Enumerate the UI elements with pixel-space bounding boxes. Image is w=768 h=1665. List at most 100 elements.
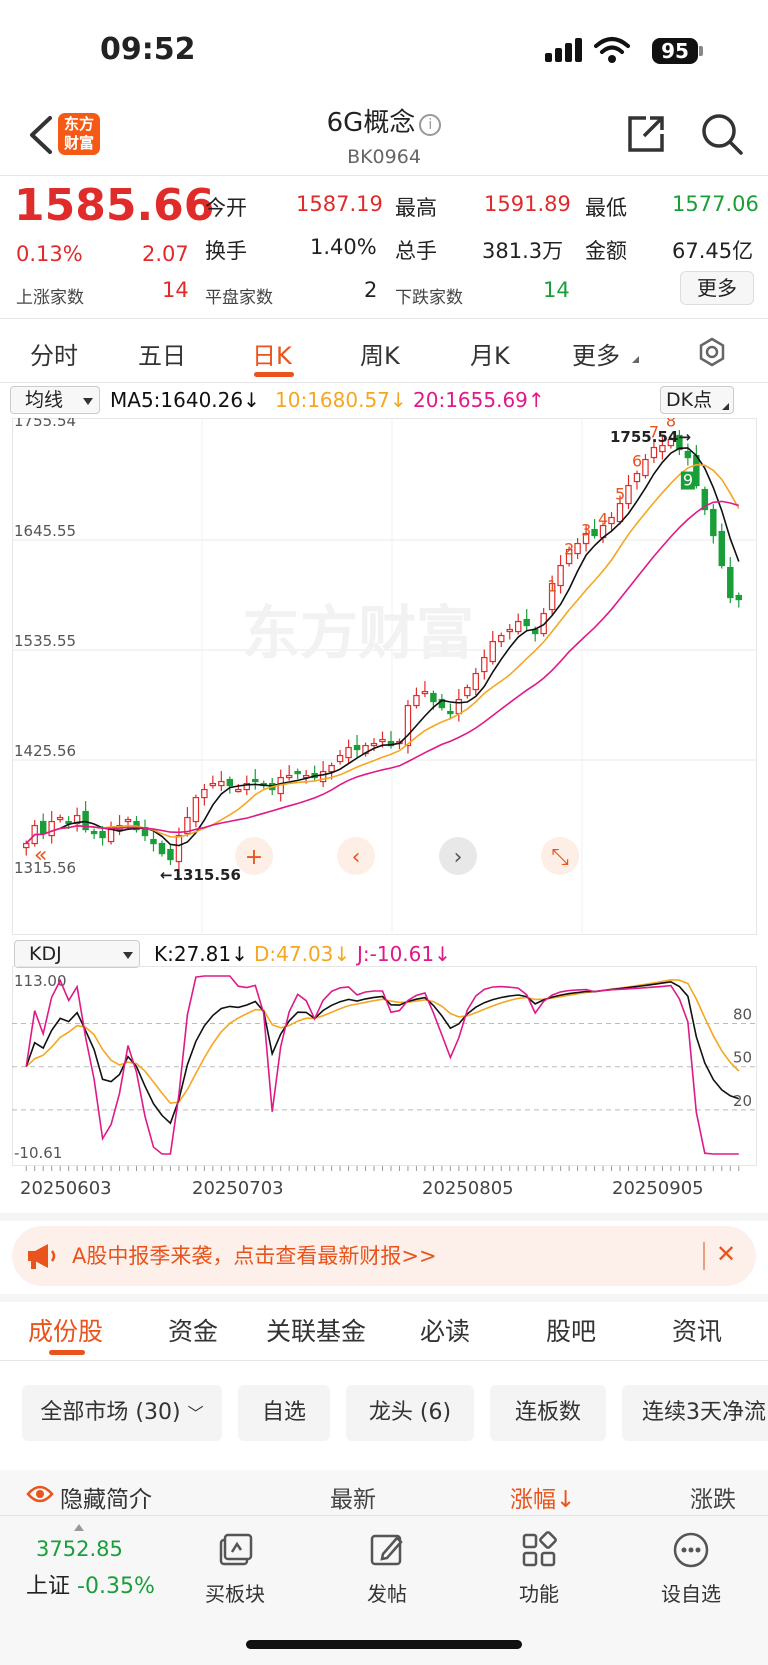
- more-button[interactable]: 更多: [680, 271, 754, 305]
- kdj-chart[interactable]: 80 50 20 113.00 -10.61: [12, 966, 757, 1166]
- post-label: 发帖: [367, 1582, 407, 1606]
- eye-icon[interactable]: [26, 1484, 54, 1504]
- ma5-value: MA5:1640.26↓: [110, 388, 260, 412]
- filter-leaders[interactable]: 龙头 (6): [346, 1385, 474, 1441]
- subtab-forum[interactable]: 股吧: [546, 1312, 596, 1348]
- candle-body: [226, 778, 234, 787]
- subtab-related-funds[interactable]: 关联基金: [266, 1312, 366, 1348]
- hide-intro-toggle[interactable]: 隐藏简介: [60, 1480, 152, 1514]
- candlestick-chart[interactable]: 1755.541645.551535.551425.561315.56东方财富1…: [12, 418, 757, 935]
- close-icon[interactable]: ✕: [716, 1240, 736, 1268]
- kdj-ref-label: 80: [733, 1006, 752, 1024]
- kdj-select[interactable]: KDJ: [14, 940, 140, 968]
- tab-monthly-k[interactable]: 月K: [470, 336, 510, 371]
- index-ticker[interactable]: 上证 -0.35%: [26, 1568, 155, 1600]
- kdj-j-line: [25, 975, 739, 1155]
- tab-intraday[interactable]: 分时: [30, 336, 78, 371]
- td-label: 3: [581, 521, 591, 540]
- candle-body: [150, 838, 157, 845]
- date-label: 20250603: [20, 1178, 112, 1199]
- candle-body: [421, 690, 429, 695]
- candle-body: [99, 830, 106, 839]
- index-up-arrow: [74, 1524, 84, 1531]
- candle-body: [218, 780, 225, 787]
- ma20-line: [25, 500, 740, 845]
- watermark: 东方财富: [242, 599, 474, 667]
- col-change-pct[interactable]: 涨幅↓: [510, 1480, 575, 1514]
- prev-icon[interactable]: ‹: [352, 845, 361, 870]
- banner-text[interactable]: A股中报季来袭，点击查看最新财报>>: [72, 1240, 437, 1270]
- date-label: 20250905: [612, 1178, 704, 1199]
- y-tick-label: 1755.54: [14, 418, 76, 430]
- candle-body: [48, 820, 55, 837]
- home-indicator[interactable]: [246, 1640, 522, 1649]
- fullscreen-icon[interactable]: ⤡: [551, 845, 569, 870]
- tab-five-day[interactable]: 五日: [138, 336, 186, 371]
- zoom-in-icon[interactable]: +: [245, 845, 263, 870]
- td-label: 4: [598, 510, 608, 529]
- change-pct: 0.13%: [16, 242, 83, 266]
- filter-consecutive-limit[interactable]: 连板数: [490, 1385, 606, 1441]
- battery-icon: 95: [652, 38, 698, 64]
- candle-body: [718, 530, 726, 567]
- candle-body: [625, 484, 632, 505]
- functions-label: 功能: [519, 1582, 559, 1606]
- next-icon[interactable]: ›: [454, 845, 463, 870]
- candle-body: [633, 472, 641, 483]
- add-watchlist-label: 设自选: [661, 1582, 721, 1606]
- candle-body: [235, 788, 242, 793]
- candle-body: [39, 820, 47, 835]
- candle-body: [710, 508, 717, 537]
- info-icon[interactable]: i: [419, 114, 442, 136]
- up-count: 14: [162, 278, 189, 302]
- candle-body: [481, 656, 488, 673]
- candle-body: [370, 742, 378, 747]
- td-label: 1: [547, 577, 557, 596]
- filter-all-markets[interactable]: 全部市场 (30) ﹀: [22, 1385, 222, 1441]
- ma-select[interactable]: 均线: [10, 386, 100, 414]
- candle-body: [574, 542, 581, 555]
- candle-body: [285, 774, 293, 779]
- candle-body: [124, 818, 132, 823]
- more-dots-icon: [673, 1532, 709, 1568]
- settings-icon[interactable]: [696, 336, 728, 368]
- candle-body: [735, 594, 742, 601]
- share-icon[interactable]: [626, 112, 666, 156]
- td-label: 5: [615, 485, 625, 504]
- candle-body: [413, 694, 420, 707]
- megaphone-icon: [28, 1244, 56, 1269]
- tab-daily-k[interactable]: 日K: [252, 336, 292, 371]
- kdj-d-line: [25, 978, 740, 1105]
- filter-3day-inflow[interactable]: 连续3天净流: [622, 1385, 768, 1441]
- candle-body: [167, 848, 174, 861]
- subtab-funds[interactable]: 资金: [168, 1312, 218, 1348]
- candle-body: [455, 698, 463, 715]
- y-tick-label: 1425.56: [14, 742, 76, 760]
- open-label: 今开: [205, 196, 247, 220]
- post-button[interactable]: 发帖: [332, 1530, 442, 1607]
- col-latest[interactable]: 最新: [330, 1480, 376, 1514]
- filter-watchlist[interactable]: 自选: [238, 1385, 330, 1441]
- last-price: 1585.66: [14, 180, 215, 231]
- subtab-news[interactable]: 资讯: [672, 1312, 722, 1348]
- high-label: 最高: [395, 196, 437, 220]
- candle-body: [464, 686, 471, 697]
- search-icon[interactable]: [700, 112, 744, 156]
- candle-body: [328, 764, 335, 773]
- candle-body: [472, 672, 480, 691]
- subtab-must-read[interactable]: 必读: [420, 1312, 470, 1348]
- dk-point-select[interactable]: DK点: [660, 386, 734, 414]
- candle-body: [175, 834, 183, 863]
- y-tick-label: 1645.55: [14, 522, 76, 540]
- candle-body: [591, 528, 598, 537]
- subtab-constituents[interactable]: 成份股: [28, 1312, 103, 1348]
- tab-more[interactable]: 更多: [572, 336, 620, 371]
- chevron-down-icon: ﹀: [187, 1404, 204, 1423]
- tab-weekly-k[interactable]: 周K: [360, 336, 400, 371]
- index-value[interactable]: 3752.85: [36, 1537, 123, 1561]
- add-watchlist-button[interactable]: 设自选: [636, 1530, 746, 1607]
- buy-sector-button[interactable]: 买板块: [180, 1530, 290, 1607]
- active-tab-indicator: [254, 372, 294, 377]
- col-change[interactable]: 涨跌: [690, 1480, 768, 1514]
- functions-button[interactable]: 功能: [484, 1530, 594, 1607]
